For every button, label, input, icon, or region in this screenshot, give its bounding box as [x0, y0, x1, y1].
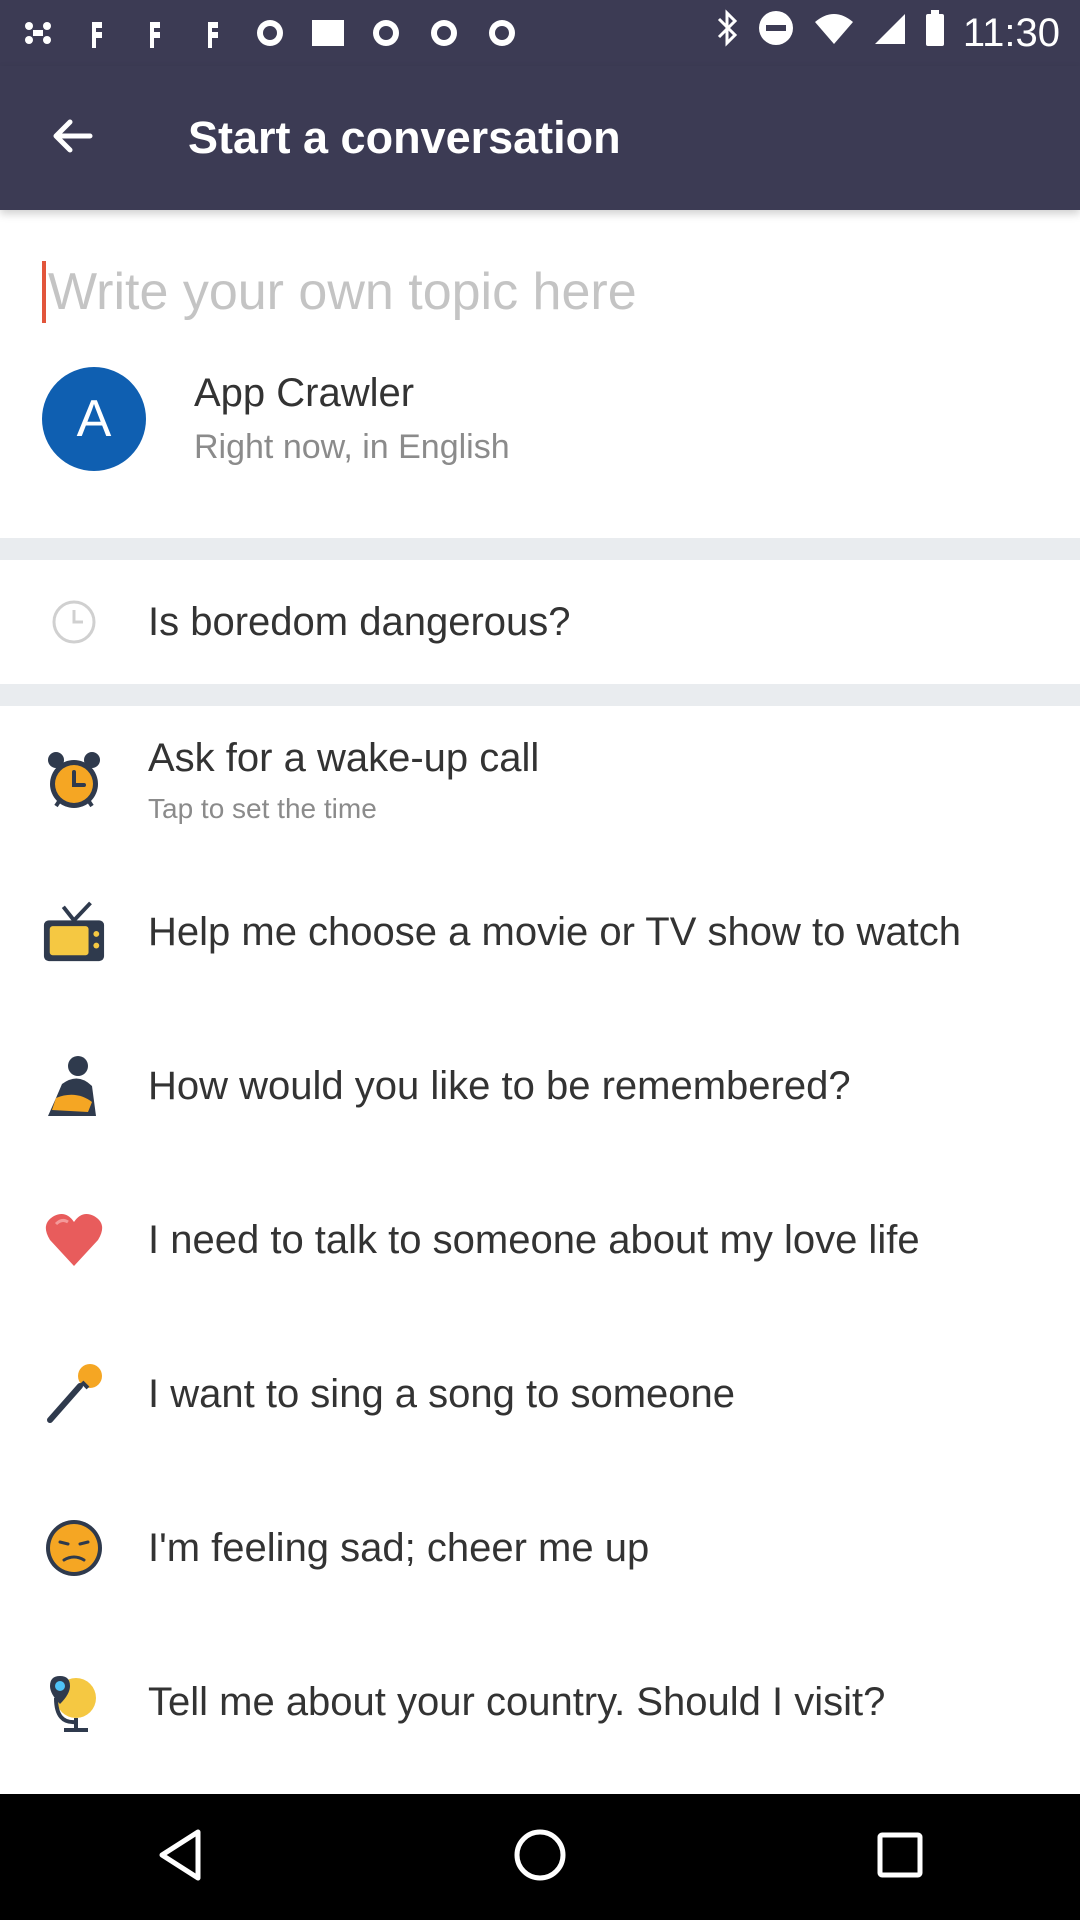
- suggestion-text: Tell me about your country. Should I vis…: [148, 1680, 885, 1725]
- microphone-icon: [42, 1362, 106, 1426]
- suggestion-title: I want to sing a song to someone: [148, 1371, 736, 1416]
- home-nav-icon: [513, 1828, 567, 1887]
- user-name: App Crawler: [194, 371, 415, 415]
- topic-input-container: [0, 252, 1080, 332]
- back-nav-button[interactable]: [140, 1817, 220, 1897]
- slack-icon: [20, 18, 56, 48]
- wifi-icon: [813, 11, 855, 56]
- suggestion-text: Help me choose a movie or TV show to wat…: [148, 910, 961, 955]
- back-button[interactable]: [36, 102, 108, 174]
- text-cursor: [42, 261, 46, 323]
- image-icon: [310, 18, 346, 48]
- suggestion-title: I need to talk to someone about my love …: [148, 1217, 920, 1262]
- abc13-icon: [252, 18, 288, 48]
- suggestion-title: How would you like to be remembered?: [148, 1063, 851, 1108]
- clock-icon: [42, 590, 106, 654]
- recent-topic-item[interactable]: Is boredom dangerous?: [0, 560, 1080, 684]
- suggestion-item-country[interactable]: Tell me about your country. Should I vis…: [0, 1640, 1080, 1764]
- suggestion-item-sad[interactable]: I'm feeling sad; cheer me up: [0, 1486, 1080, 1610]
- abc13-icon: [484, 18, 520, 48]
- divider: [0, 684, 1080, 706]
- page-title: Start a conversation: [188, 112, 621, 163]
- status-notifications: [20, 18, 520, 48]
- abc13-icon: [368, 18, 404, 48]
- navigation-bar: [0, 1794, 1080, 1920]
- heart-icon: [42, 1208, 106, 1272]
- globe-pin-icon: [42, 1670, 106, 1734]
- suggestion-item-remembered[interactable]: How would you like to be remembered?: [0, 1024, 1080, 1148]
- topic-input[interactable]: [48, 262, 1038, 322]
- facebook-icon: [78, 18, 114, 48]
- back-nav-icon: [156, 1828, 204, 1887]
- home-nav-button[interactable]: [500, 1817, 580, 1897]
- status-system: 11:30: [715, 9, 1060, 57]
- suggestion-text: I want to sing a song to someone: [148, 1372, 735, 1417]
- suggestion-item-movie[interactable]: Help me choose a movie or TV show to wat…: [0, 870, 1080, 994]
- television-icon: [42, 900, 106, 964]
- status-bar: 11:30: [0, 0, 1080, 66]
- app-bar: Start a conversation: [0, 66, 1080, 210]
- suggestion-title: Tell me about your country. Should I vis…: [148, 1679, 886, 1724]
- suggestion-item-wake-up[interactable]: Ask for a wake-up call Tap to set the ti…: [0, 722, 1080, 838]
- signal-icon: [873, 11, 907, 56]
- user-subtitle: Right now, in English: [194, 428, 510, 466]
- suggestion-item-sing[interactable]: I want to sing a song to someone: [0, 1332, 1080, 1456]
- sad-face-icon: [42, 1516, 106, 1580]
- suggestion-text: How would you like to be remembered?: [148, 1064, 851, 1109]
- facebook-icon: [194, 18, 230, 48]
- suggestion-text: I'm feeling sad; cheer me up: [148, 1526, 649, 1571]
- person-icon: [42, 1054, 106, 1118]
- suggestion-subtitle: Tap to set the time: [148, 792, 377, 824]
- recent-topic-title: Is boredom dangerous?: [148, 599, 571, 644]
- alarm-clock-icon: [42, 748, 106, 812]
- do-not-disturb-icon: [757, 9, 795, 57]
- abc13-icon: [426, 18, 462, 48]
- avatar: A: [42, 367, 146, 471]
- bluetooth-icon: [715, 9, 739, 57]
- user-row: A App Crawler Right now, in English: [0, 364, 1080, 474]
- recents-nav-icon: [876, 1831, 924, 1884]
- suggestion-item-love-life[interactable]: I need to talk to someone about my love …: [0, 1178, 1080, 1302]
- suggestion-title: I'm feeling sad; cheer me up: [148, 1525, 650, 1570]
- recents-nav-button[interactable]: [860, 1817, 940, 1897]
- battery-icon: [925, 10, 945, 56]
- suggestion-title: Ask for a wake-up call: [148, 735, 540, 780]
- suggestion-title: Help me choose a movie or TV show to wat…: [148, 909, 961, 954]
- suggestion-text: Ask for a wake-up call Tap to set the ti…: [148, 736, 539, 825]
- arrow-back-icon: [50, 114, 94, 163]
- facebook-icon: [136, 18, 172, 48]
- divider: [0, 538, 1080, 560]
- status-time: 11:30: [962, 10, 1060, 55]
- user-meta: App Crawler Right now, in English: [194, 371, 510, 467]
- recent-topic-text: Is boredom dangerous?: [148, 600, 571, 645]
- suggestion-text: I need to talk to someone about my love …: [148, 1218, 920, 1263]
